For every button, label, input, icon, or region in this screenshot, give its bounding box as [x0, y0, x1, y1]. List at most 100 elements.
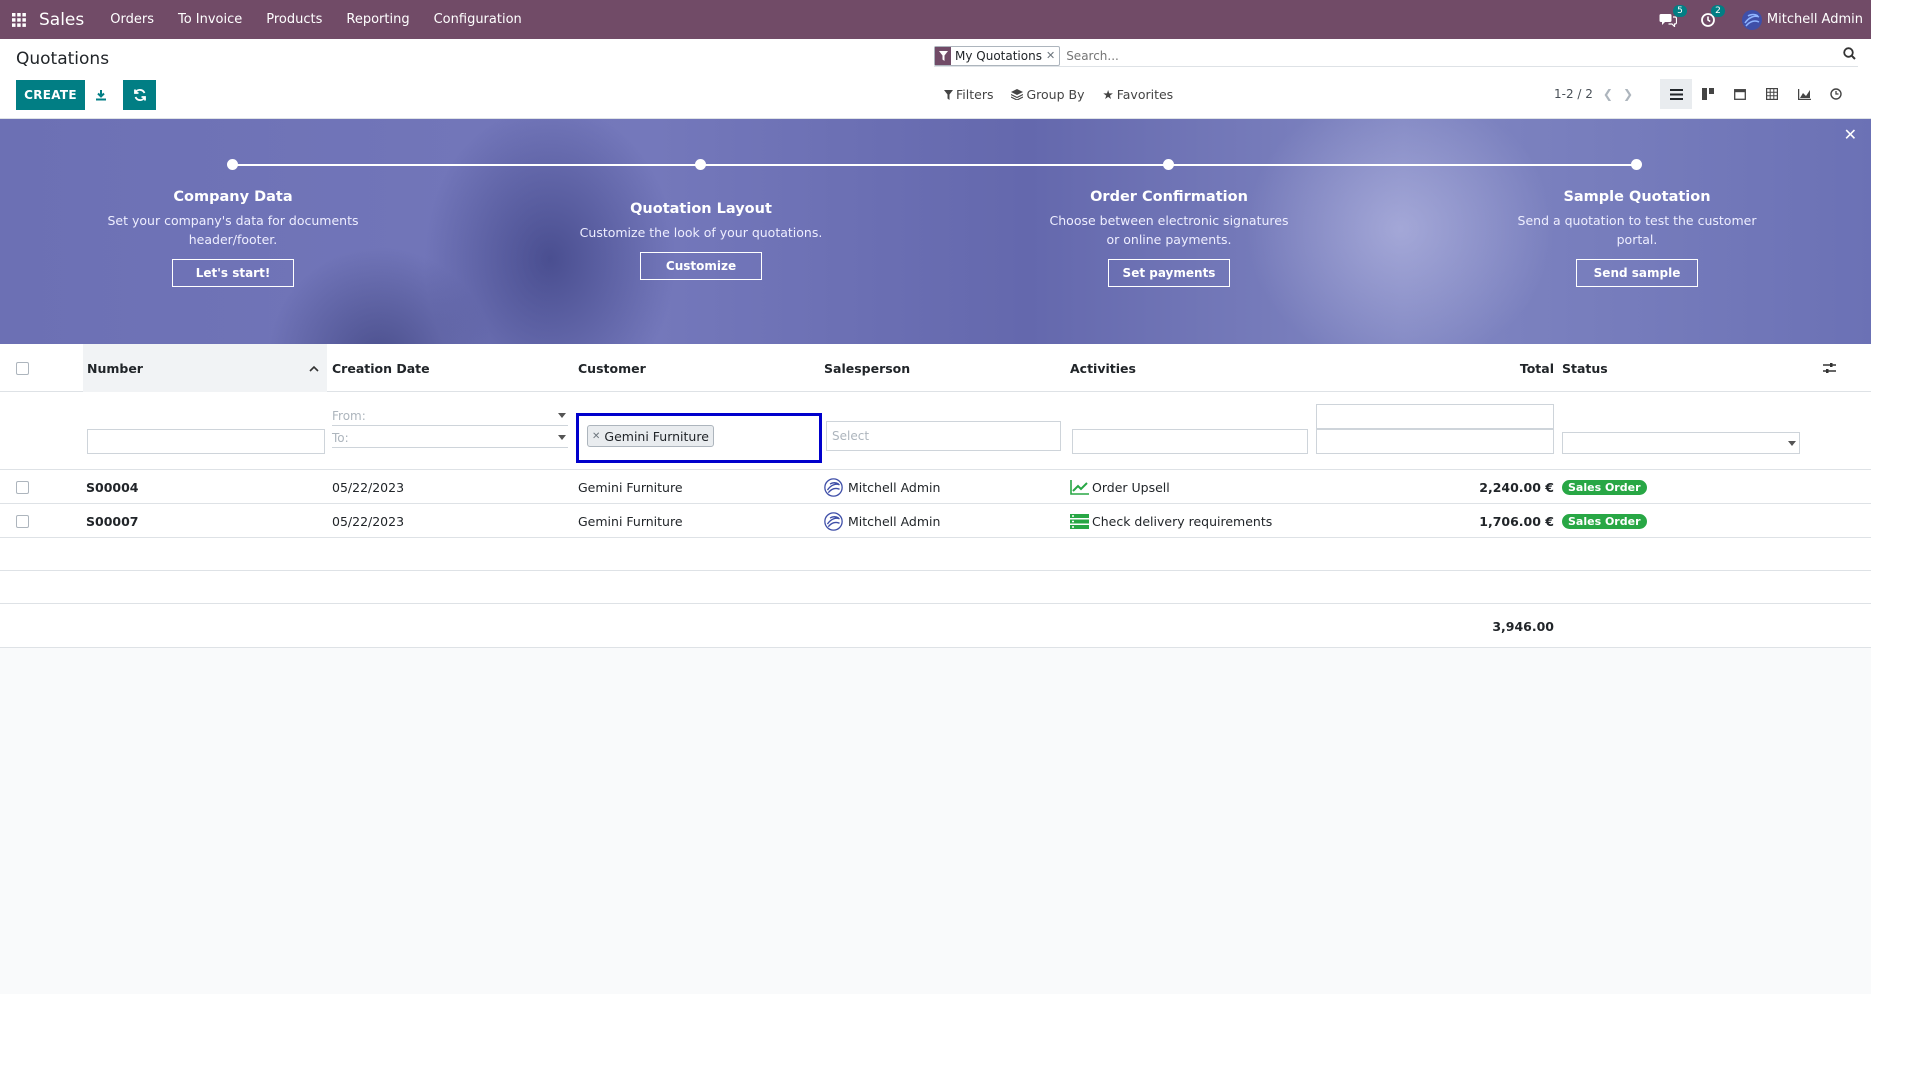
chevron-right-icon[interactable]: ❯ [1623, 87, 1633, 101]
row-checkbox[interactable] [16, 514, 29, 528]
send-sample-button[interactable]: Send sample [1576, 259, 1698, 287]
layers-icon [1011, 89, 1024, 100]
cell-total: 1,706.00 € [1479, 513, 1554, 529]
onboarding-banner: ✕ Company Data Set your company's data f… [0, 119, 1871, 344]
customer-filter-field[interactable]: ✕ Gemini Furniture [576, 413, 822, 463]
app-name[interactable]: Sales [39, 10, 84, 30]
filters-toggle[interactable]: Filters [944, 87, 993, 102]
export-button[interactable] [90, 80, 112, 110]
table-row[interactable]: S00007 05/22/2023 Gemini Furniture Mitch… [0, 504, 1871, 538]
graph-view-icon[interactable] [1788, 79, 1820, 109]
step-title: Order Confirmation [1090, 189, 1248, 205]
lets-start-button[interactable]: Let's start! [172, 259, 294, 287]
search-icon[interactable] [1843, 47, 1856, 64]
user-menu[interactable]: Mitchell Admin [1741, 9, 1863, 31]
activities-count-badge: 2 [1711, 4, 1725, 17]
column-total[interactable]: Total [1316, 344, 1554, 392]
search-facet[interactable]: My Quotations ✕ [934, 45, 1061, 66]
menu-to-invoice[interactable]: To Invoice [166, 12, 254, 27]
total-max-input[interactable] [1316, 429, 1554, 454]
menu-products[interactable]: Products [254, 12, 334, 27]
step-order-confirmation: Order Confirmation Choose between electr… [1019, 189, 1319, 287]
refresh-button[interactable] [123, 80, 156, 110]
groupby-toggle[interactable]: Group By [1011, 87, 1085, 102]
user-name: Mitchell Admin [1766, 12, 1863, 27]
status-badge: Sales Order [1562, 513, 1647, 529]
search-options: Filters Group By ★ Favorites [944, 87, 1173, 102]
chevron-up-icon [309, 365, 319, 372]
step-quotation-layout: Quotation Layout Customize the look of y… [551, 201, 851, 280]
table-row[interactable]: S00004 05/22/2023 Gemini Furniture Mitch… [0, 470, 1871, 504]
list-view-icon[interactable] [1660, 79, 1692, 109]
search-bar: My Quotations ✕ [934, 45, 1858, 67]
salesperson-name: Mitchell Admin [848, 479, 941, 495]
table-footer: 3,946.00 [0, 604, 1871, 648]
search-input[interactable] [1066, 48, 1767, 63]
close-icon[interactable]: ✕ [1844, 125, 1857, 144]
trend-up-icon [1070, 479, 1089, 495]
table-header: Number Creation Date Customer Salesperso… [0, 344, 1871, 392]
kanban-view-icon[interactable] [1692, 79, 1724, 109]
app: Sales Orders To Invoice Products Reporti… [0, 0, 1871, 994]
pivot-view-icon[interactable] [1756, 79, 1788, 109]
avatar [824, 477, 843, 497]
menu-reporting[interactable]: Reporting [334, 12, 421, 27]
cell-creation-date: 05/22/2023 [332, 513, 405, 529]
salesperson-filter-select[interactable]: Select [826, 421, 1061, 451]
cell-creation-date: 05/22/2023 [332, 479, 405, 495]
create-button[interactable]: CREATE [16, 80, 85, 110]
column-label: Customer [578, 360, 646, 376]
activity-view-icon[interactable] [1820, 79, 1852, 109]
column-number[interactable]: Number [83, 344, 327, 392]
activity-summary: Check delivery requirements [1092, 513, 1273, 529]
menu-configuration[interactable]: Configuration [422, 12, 534, 27]
cell-activities[interactable]: Check delivery requirements [1070, 504, 1272, 538]
filter-row: From: To: ✕ Gemini Furniture Select [0, 392, 1871, 470]
messages-button[interactable]: 5 [1659, 4, 1687, 27]
cell-activities[interactable]: Order Upsell [1070, 470, 1170, 504]
menu-orders[interactable]: Orders [98, 12, 166, 27]
row-checkbox[interactable] [16, 480, 29, 494]
step-title: Quotation Layout [630, 201, 772, 217]
refresh-icon [133, 89, 146, 101]
facet-remove-icon[interactable]: ✕ [1046, 49, 1059, 62]
chevron-left-icon[interactable]: ❮ [1603, 87, 1613, 101]
column-label: Number [87, 360, 143, 376]
status-filter-select[interactable] [1562, 432, 1800, 454]
apps-menu-icon[interactable] [1, 0, 37, 39]
column-creation-date[interactable]: Creation Date [332, 344, 430, 392]
cell-customer: Gemini Furniture [578, 479, 683, 495]
calendar-view-icon[interactable] [1724, 79, 1756, 109]
date-to-input[interactable]: To: [332, 428, 568, 448]
total-min-input[interactable] [1316, 404, 1554, 429]
pager-value[interactable]: 1-2 / 2 [1554, 87, 1593, 101]
customize-button[interactable]: Customize [640, 252, 762, 280]
number-filter-input[interactable] [87, 429, 325, 454]
avatar [824, 511, 843, 531]
step-description: portal. [1616, 232, 1658, 247]
step-description: Customize the look of your quotations. [579, 225, 823, 240]
customer-filter-tag[interactable]: ✕ Gemini Furniture [587, 425, 714, 447]
column-activities[interactable]: Activities [1070, 344, 1136, 392]
column-customer[interactable]: Customer [578, 344, 646, 392]
step-description: header/footer. [188, 232, 278, 247]
caret-down-icon [558, 435, 566, 440]
column-salesperson[interactable]: Salesperson [824, 344, 910, 392]
optional-columns-icon[interactable] [1823, 344, 1836, 392]
activities-filter-input[interactable] [1072, 429, 1308, 454]
cell-salesperson: Mitchell Admin [824, 470, 940, 504]
date-from-input[interactable]: From: [332, 406, 568, 426]
salesperson-placeholder: Select [832, 429, 870, 443]
step-title: Sample Quotation [1563, 189, 1711, 205]
checklist-icon [1070, 513, 1089, 529]
favorites-toggle[interactable]: ★ Favorites [1103, 87, 1174, 102]
tag-remove-icon[interactable]: ✕ [592, 431, 600, 442]
select-all-checkbox[interactable] [16, 361, 29, 375]
set-payments-button[interactable]: Set payments [1108, 259, 1230, 287]
empty-row [0, 538, 1871, 571]
activities-button[interactable]: 2 [1700, 4, 1725, 27]
step-description: or online payments. [1106, 232, 1232, 247]
filters-label: Filters [956, 87, 994, 102]
step-dot [227, 159, 238, 170]
column-status[interactable]: Status [1562, 344, 1608, 392]
